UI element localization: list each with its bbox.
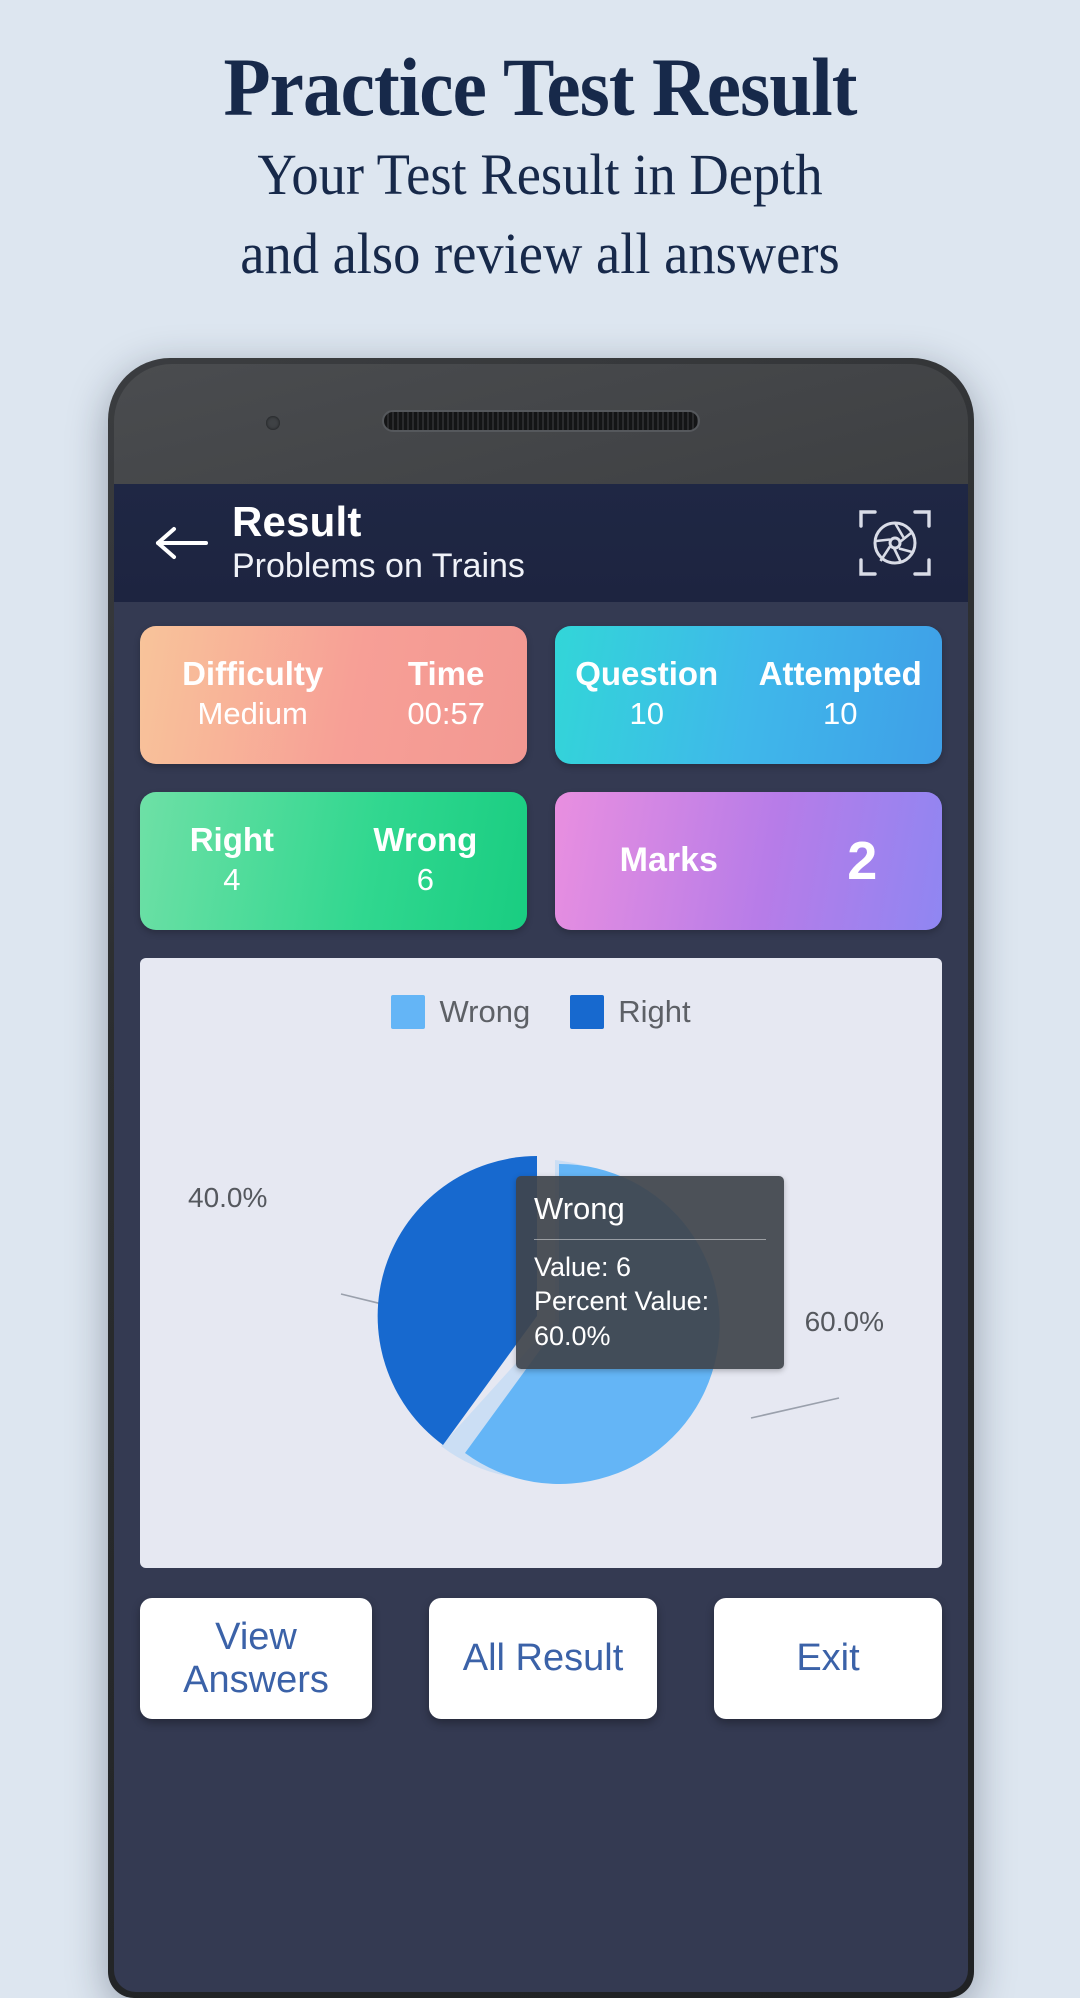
stat-cell-wrong: Wrong 6 xyxy=(367,822,483,899)
stat-card-marks: Marks 2 xyxy=(555,792,942,930)
stat-card-question-attempted: Question 10 Attempted 10 xyxy=(555,626,942,764)
stat-label: Wrong xyxy=(373,821,478,859)
tooltip-value: Value: 6 xyxy=(534,1251,632,1282)
stat-cell-marks-value: 2 xyxy=(841,834,883,888)
legend-label: Wrong xyxy=(439,994,531,1029)
stat-value: Medium xyxy=(197,695,308,731)
stat-label: Time xyxy=(407,655,485,693)
action-button-bar: View Answers All Result Exit xyxy=(114,1568,968,1720)
tooltip-divider xyxy=(534,1238,766,1240)
promo-header: Practice Test Result Your Test Result in… xyxy=(0,0,1080,288)
stat-value: 10 xyxy=(822,695,858,731)
back-arrow-icon[interactable] xyxy=(154,522,210,564)
app-bar: Result Problems on Trains xyxy=(114,484,968,602)
phone-body: Result Problems on Trains Difficulty Med… xyxy=(114,364,968,1992)
phone-mockup: Result Problems on Trains Difficulty Med… xyxy=(108,358,974,1998)
stat-cell-time: Time 00:57 xyxy=(401,656,491,733)
stat-label: Attempted xyxy=(758,655,922,693)
legend-item-wrong[interactable]: Wrong xyxy=(391,994,530,1030)
page-title: Practice Test Result xyxy=(223,41,857,133)
legend-swatch-right xyxy=(570,995,605,1029)
app-bar-subtitle: Problems on Trains xyxy=(232,546,525,585)
stat-label: Difficulty xyxy=(182,655,324,693)
phone-top-bezel xyxy=(114,364,968,484)
stat-cell-difficulty: Difficulty Medium xyxy=(176,656,329,733)
tooltip-title: Wrong xyxy=(534,1191,625,1226)
app-bar-titles: Result Problems on Trains xyxy=(232,497,856,587)
view-answers-label-line1: View xyxy=(215,1616,297,1658)
app-bar-title: Result xyxy=(232,497,362,545)
stat-cell-right: Right 4 xyxy=(184,822,280,899)
stat-cell-marks-label: Marks xyxy=(614,841,724,880)
legend-item-right[interactable]: Right xyxy=(570,994,691,1030)
chart-legend: Wrong Right xyxy=(140,958,942,1030)
stat-value: 10 xyxy=(629,695,664,731)
exit-button[interactable]: Exit xyxy=(714,1598,942,1720)
front-camera-icon xyxy=(266,416,280,430)
all-result-button[interactable]: All Result xyxy=(429,1598,657,1720)
view-answers-label-line2: Answers xyxy=(183,1658,329,1701)
chart-tooltip: Wrong Value: 6 Percent Value: 60.0% xyxy=(516,1176,784,1370)
stat-label: Question xyxy=(575,655,719,693)
earpiece-speaker-icon xyxy=(382,410,700,432)
stat-label: Marks xyxy=(619,841,718,880)
stat-value: 4 xyxy=(223,861,241,897)
tooltip-percent: Percent Value: 60.0% xyxy=(534,1286,710,1351)
stat-value: 00:57 xyxy=(407,695,485,731)
app-screen: Result Problems on Trains Difficulty Med… xyxy=(114,484,968,1992)
stat-cell-attempted: Attempted 10 xyxy=(753,656,928,733)
stat-label: Right xyxy=(189,821,275,859)
stat-value: 6 xyxy=(416,861,434,897)
pie-label-wrong-percent: 60.0% xyxy=(804,1306,884,1337)
legend-label: Right xyxy=(618,994,691,1029)
legend-swatch-wrong xyxy=(391,995,426,1029)
view-answers-button[interactable]: View Answers xyxy=(140,1598,372,1720)
pie-label-right-percent: 40.0% xyxy=(188,1182,268,1213)
stat-value: 2 xyxy=(847,831,878,891)
stat-card-right-wrong: Right 4 Wrong 6 xyxy=(140,792,527,930)
stat-card-grid: Difficulty Medium Time 00:57 Question 10… xyxy=(114,602,968,930)
pie-chart-panel: Wrong Right 40.0% 60.0% Wrong Value: 6 P… xyxy=(140,958,942,1568)
promo-subtitle-line-2: and also review all answers xyxy=(240,220,840,286)
stat-cell-question: Question 10 xyxy=(569,656,724,733)
stat-card-difficulty-time: Difficulty Medium Time 00:57 xyxy=(140,626,527,764)
promo-subtitle-line-1: Your Test Result in Depth xyxy=(257,142,823,208)
screenshot-aperture-icon[interactable] xyxy=(856,504,934,582)
